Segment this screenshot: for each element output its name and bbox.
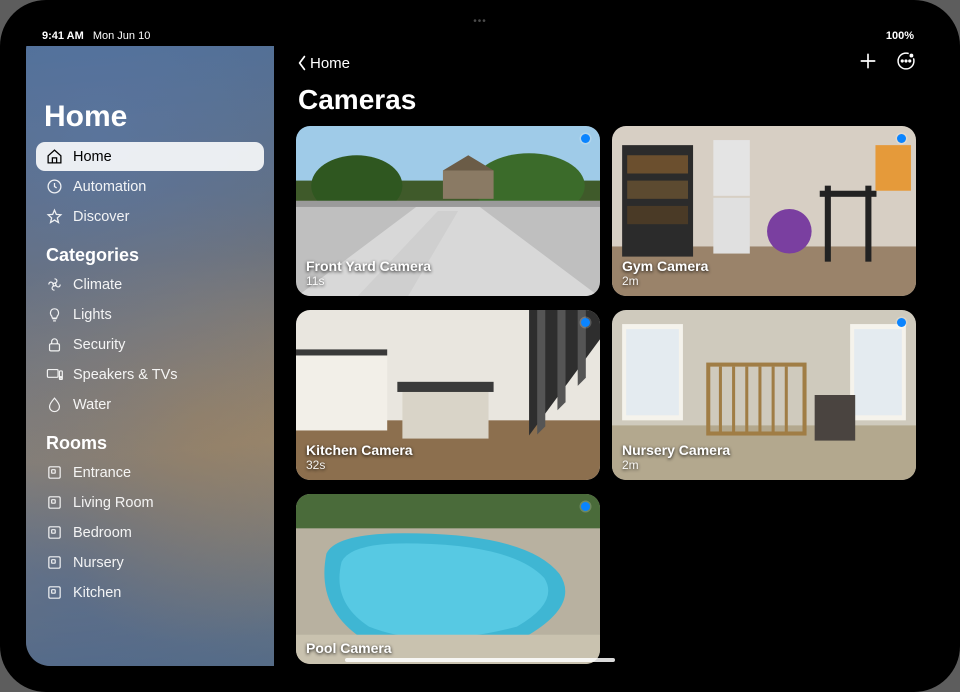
camera-overlay: Front Yard Camera 11s <box>306 258 431 288</box>
camera-time: 11s <box>306 274 431 288</box>
plus-icon <box>858 51 878 71</box>
camera-overlay: Pool Camera <box>306 640 392 656</box>
sidebar: Home Home Automation <box>26 46 274 666</box>
main-content: Home Cameras <box>274 46 934 666</box>
sidebar-item-label: Automation <box>73 179 146 195</box>
sidebar-item-label: Home <box>73 149 112 165</box>
app-body: Home Home Automation <box>26 46 934 666</box>
nav-row: Home <box>296 48 916 78</box>
live-dot-icon <box>581 318 590 327</box>
page-title: Cameras <box>298 84 914 116</box>
sidebar-title: Home <box>44 100 256 134</box>
live-dot-icon <box>897 134 906 143</box>
sidebar-item-label: Bedroom <box>73 525 132 541</box>
sidebar-item-label: Lights <box>73 307 112 323</box>
sidebar-item-label: Living Room <box>73 495 154 511</box>
sidebar-item-label: Speakers & TVs <box>73 367 178 383</box>
status-date: Mon Jun 10 <box>93 30 150 42</box>
camera-overlay: Gym Camera 2m <box>622 258 708 288</box>
back-button[interactable]: Home <box>296 55 350 72</box>
camera-overlay: Kitchen Camera 32s <box>306 442 413 472</box>
camera-name: Front Yard Camera <box>306 258 431 274</box>
sidebar-item-automation[interactable]: Automation <box>36 172 264 201</box>
back-label: Home <box>310 55 350 72</box>
camera-card-nursery[interactable]: Nursery Camera 2m <box>612 310 916 480</box>
camera-name: Pool Camera <box>306 640 392 656</box>
sidebar-item-label: Climate <box>73 277 122 293</box>
rooms-header: Rooms <box>46 433 254 454</box>
sidebar-item-label: Nursery <box>73 555 124 571</box>
sidebar-item-climate[interactable]: Climate <box>36 270 264 299</box>
room-icon <box>46 464 63 481</box>
star-icon <box>46 208 63 225</box>
camera-time: 2m <box>622 458 730 472</box>
sidebar-item-nursery[interactable]: Nursery <box>36 548 264 577</box>
sidebar-item-speakers-tvs[interactable]: Speakers & TVs <box>36 360 264 389</box>
categories-header: Categories <box>46 245 254 266</box>
room-icon <box>46 524 63 541</box>
camera-time: 32s <box>306 458 413 472</box>
drop-icon <box>46 396 63 413</box>
more-button[interactable] <box>896 51 916 76</box>
home-indicator[interactable] <box>345 658 615 662</box>
sidebar-item-discover[interactable]: Discover <box>36 202 264 231</box>
battery-percent: 100% <box>886 30 914 42</box>
screen: 9:41 AM Mon Jun 10 100% Home <box>26 26 934 666</box>
camera-time: 2m <box>622 274 708 288</box>
camera-card-gym[interactable]: Gym Camera 2m <box>612 126 916 296</box>
sidebar-item-label: Water <box>73 397 111 413</box>
sidebar-item-lights[interactable]: Lights <box>36 300 264 329</box>
live-dot-icon <box>897 318 906 327</box>
camera-overlay: Nursery Camera 2m <box>622 442 730 472</box>
sidebar-item-security[interactable]: Security <box>36 330 264 359</box>
sidebar-item-home[interactable]: Home <box>36 142 264 171</box>
camera-grid: Front Yard Camera 11s <box>296 126 916 666</box>
camera-card-pool[interactable]: Pool Camera <box>296 494 600 664</box>
bulb-icon <box>46 306 63 323</box>
camera-card-front-yard[interactable]: Front Yard Camera 11s <box>296 126 600 296</box>
fan-icon <box>46 276 63 293</box>
sidebar-item-label: Security <box>73 337 125 353</box>
more-circle-icon <box>896 51 916 71</box>
status-right: 100% <box>882 30 918 42</box>
camera-name: Nursery Camera <box>622 442 730 458</box>
status-time: 9:41 AM <box>42 30 84 42</box>
room-icon <box>46 494 63 511</box>
tv-icon <box>46 366 63 383</box>
sidebar-item-label: Discover <box>73 209 129 225</box>
room-icon <box>46 584 63 601</box>
add-button[interactable] <box>858 51 878 76</box>
sidebar-item-living-room[interactable]: Living Room <box>36 488 264 517</box>
sidebar-item-kitchen[interactable]: Kitchen <box>36 578 264 607</box>
chevron-left-icon <box>296 55 308 71</box>
sidebar-item-bedroom[interactable]: Bedroom <box>36 518 264 547</box>
camera-name: Kitchen Camera <box>306 442 413 458</box>
sidebar-item-entrance[interactable]: Entrance <box>36 458 264 487</box>
house-icon <box>46 148 63 165</box>
camera-thumbnail <box>296 494 600 664</box>
device-bezel: ••• 9:41 AM Mon Jun 10 100% <box>0 0 960 692</box>
camera-card-kitchen[interactable]: Kitchen Camera 32s <box>296 310 600 480</box>
nav-actions <box>858 51 916 76</box>
sidebar-item-label: Entrance <box>73 465 131 481</box>
sidebar-item-water[interactable]: Water <box>36 390 264 419</box>
live-dot-icon <box>581 502 590 511</box>
live-dot-icon <box>581 134 590 143</box>
clock-icon <box>46 178 63 195</box>
lock-icon <box>46 336 63 353</box>
status-left: 9:41 AM Mon Jun 10 <box>42 30 150 42</box>
status-bar: 9:41 AM Mon Jun 10 100% <box>26 26 934 46</box>
sidebar-item-label: Kitchen <box>73 585 121 601</box>
camera-name: Gym Camera <box>622 258 708 274</box>
room-icon <box>46 554 63 571</box>
